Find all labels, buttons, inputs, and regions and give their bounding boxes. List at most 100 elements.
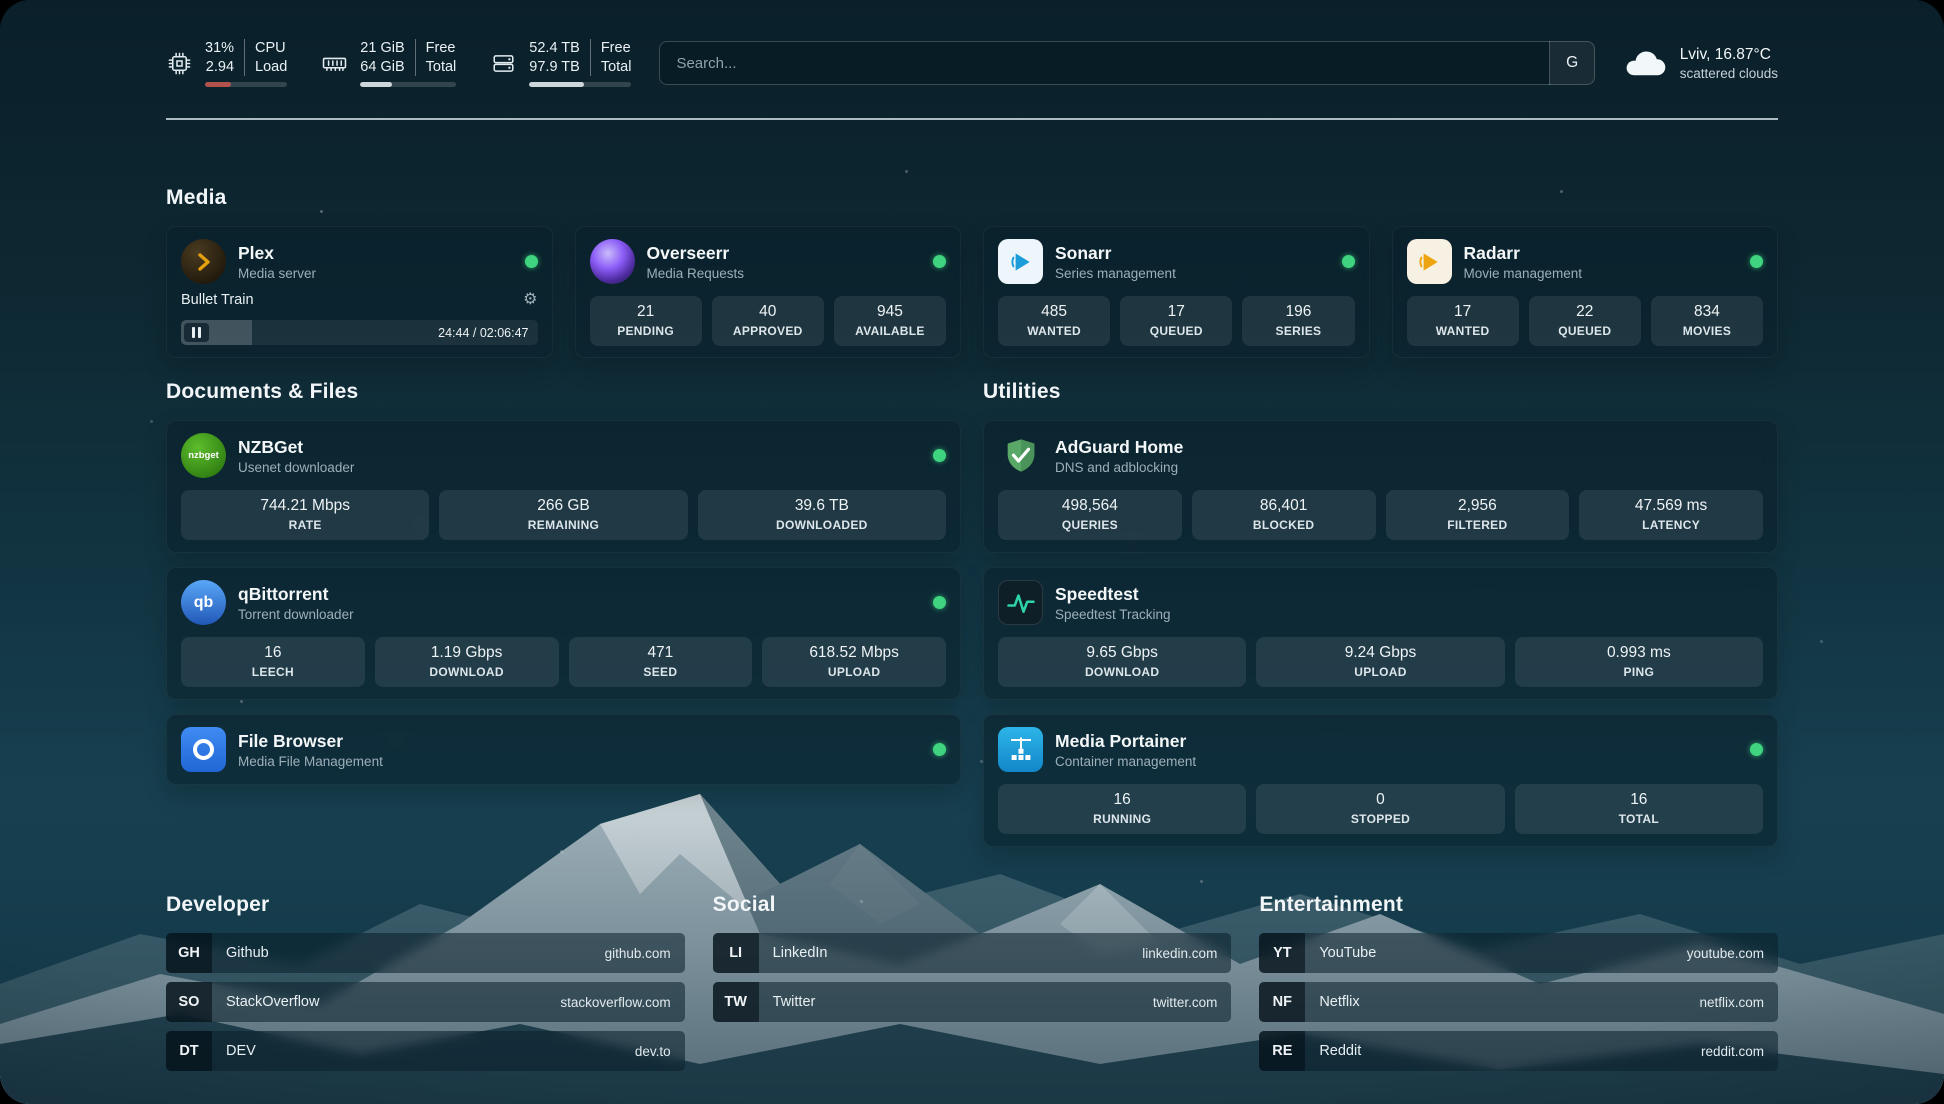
disk-free: 52.4 TB [529, 39, 580, 58]
cloud-icon [1623, 47, 1667, 78]
cpu-icon [166, 50, 193, 77]
search-input[interactable] [659, 41, 1594, 85]
filebrowser-card[interactable]: File Browser Media File Management [166, 714, 961, 785]
weather-widget: Lviv, 16.87°C scattered clouds [1623, 45, 1778, 81]
service-description: Speedtest Tracking [1055, 607, 1171, 622]
bookmark-linkedin[interactable]: LI LinkedIn linkedin.com [713, 933, 1232, 973]
service-name: File Browser [238, 731, 383, 752]
sonarr-card[interactable]: Sonarr Series management 485 WANTED 17 Q… [983, 226, 1370, 358]
service-name: qBittorrent [238, 584, 354, 605]
section-media: Media Plex Media server Bullet [166, 186, 1778, 358]
stat-remaining: 266 GB REMAINING [439, 490, 687, 540]
memory-bar-track [360, 82, 456, 87]
status-dot-online [933, 743, 946, 756]
bookmark-netflix[interactable]: NF Netflix netflix.com [1259, 982, 1778, 1022]
bookmark-dev[interactable]: DT DEV dev.to [166, 1031, 685, 1071]
bookmark-abbr: LI [713, 933, 759, 973]
bookmark-youtube[interactable]: YT YouTube youtube.com [1259, 933, 1778, 973]
service-name: Overseerr [647, 243, 745, 264]
bookmark-name: StackOverflow [226, 994, 319, 1010]
cpu-load-label: Load [255, 58, 287, 77]
bookmark-stackoverflow[interactable]: SO StackOverflow stackoverflow.com [166, 982, 685, 1022]
speedtest-card[interactable]: Speedtest Speedtest Tracking 9.65 Gbps D… [983, 567, 1778, 700]
stat-leech: 16 LEECH [181, 637, 365, 687]
cpu-label: CPU [255, 39, 287, 58]
status-dot-online [933, 449, 946, 462]
bookmark-name: Twitter [773, 994, 816, 1010]
stat-wanted: 485 WANTED [998, 296, 1110, 346]
social-section-title: Social [713, 893, 1232, 917]
stat-blocked: 86,401 BLOCKED [1192, 490, 1376, 540]
documents-section-title: Documents & Files [166, 380, 961, 404]
memory-free: 21 GiB [360, 39, 404, 58]
adguard-shield-icon [998, 433, 1043, 478]
memory-widget: 21 GiB 64 GiB Free Total [321, 39, 456, 88]
media-section-title: Media [166, 186, 1778, 210]
weather-location-temp: Lviv, 16.87°C [1680, 45, 1778, 66]
memory-total-label: Total [426, 58, 457, 77]
adguard-card[interactable]: AdGuard Home DNS and adblocking 498,564 … [983, 420, 1778, 553]
stat-pending: 21 PENDING [590, 296, 702, 346]
bookmark-reddit[interactable]: RE Reddit reddit.com [1259, 1031, 1778, 1071]
stat-total: 16 TOTAL [1515, 784, 1763, 834]
service-description: Movie management [1464, 266, 1583, 281]
search-engine-button[interactable]: G [1549, 41, 1595, 85]
bookmark-abbr: SO [166, 982, 212, 1022]
memory-icon [321, 50, 348, 77]
status-dot-online [1750, 743, 1763, 756]
header: 31% 2.94 CPU Load [166, 34, 1778, 92]
bookmark-name: Reddit [1319, 1043, 1361, 1059]
bookmark-github[interactable]: GH Github github.com [166, 933, 685, 973]
bookmark-url: github.com [605, 946, 671, 961]
service-name: Media Portainer [1055, 731, 1196, 752]
status-dot-online [1342, 255, 1355, 268]
disk-free-label: Free [601, 39, 632, 58]
radarr-card[interactable]: Radarr Movie management 17 WANTED 22 QUE… [1392, 226, 1779, 358]
service-description: Media File Management [238, 754, 383, 769]
bookmark-abbr: RE [1259, 1031, 1305, 1071]
memory-free-label: Free [426, 39, 457, 58]
bookmark-url: reddit.com [1701, 1044, 1764, 1059]
stat-queued: 17 QUEUED [1120, 296, 1232, 346]
bookmark-abbr: GH [166, 933, 212, 973]
stat-running: 16 RUNNING [998, 784, 1246, 834]
plex-card[interactable]: Plex Media server Bullet Train ⚙ 24:44 /… [166, 226, 553, 358]
stat-movies: 834 MOVIES [1651, 296, 1763, 346]
status-dot-online [933, 255, 946, 268]
section-documents-files: Documents & Files nzbget NZBGet Usenet d… [166, 380, 961, 847]
overseerr-card[interactable]: Overseerr Media Requests 21 PENDING 40 A… [575, 226, 962, 358]
bookmark-group-entertainment: Entertainment YT YouTube youtube.com NF … [1259, 893, 1778, 1071]
stat-queued: 22 QUEUED [1529, 296, 1641, 346]
cpu-widget: 31% 2.94 CPU Load [166, 39, 287, 88]
overseerr-icon [590, 239, 635, 284]
section-utilities: Utilities AdGuard Home DNS and [983, 380, 1778, 847]
qbittorrent-card[interactable]: qb qBittorrent Torrent downloader 16 LEE… [166, 567, 961, 700]
bookmark-url: youtube.com [1687, 946, 1764, 961]
header-divider [166, 118, 1778, 120]
playback-progress-bar[interactable]: 24:44 / 02:06:47 [181, 320, 538, 345]
disk-total-label: Total [601, 58, 632, 77]
service-description: Container management [1055, 754, 1196, 769]
status-dot-online [525, 255, 538, 268]
settings-gear-icon[interactable]: ⚙ [523, 292, 537, 308]
cpu-percent: 31% [205, 39, 234, 58]
pause-button[interactable] [184, 323, 209, 342]
portainer-card[interactable]: Media Portainer Container management 16 … [983, 714, 1778, 847]
bookmark-abbr: DT [166, 1031, 212, 1071]
bookmark-twitter[interactable]: TW Twitter twitter.com [713, 982, 1232, 1022]
service-description: Usenet downloader [238, 460, 354, 475]
portainer-icon [998, 727, 1043, 772]
weather-condition: scattered clouds [1680, 66, 1778, 81]
utilities-section-title: Utilities [983, 380, 1778, 404]
cpu-bar-track [205, 82, 287, 87]
disk-widget: 52.4 TB 97.9 TB Free Total [490, 39, 631, 88]
stat-upload: 9.24 Gbps UPLOAD [1256, 637, 1504, 687]
stat-wanted: 17 WANTED [1407, 296, 1519, 346]
resource-widgets: 31% 2.94 CPU Load [166, 39, 631, 88]
nzbget-card[interactable]: nzbget NZBGet Usenet downloader 744.21 M… [166, 420, 961, 553]
service-description: Media Requests [647, 266, 745, 281]
filebrowser-icon [181, 727, 226, 772]
bookmark-abbr: YT [1259, 933, 1305, 973]
memory-total: 64 GiB [360, 58, 404, 77]
sonarr-icon [998, 239, 1043, 284]
